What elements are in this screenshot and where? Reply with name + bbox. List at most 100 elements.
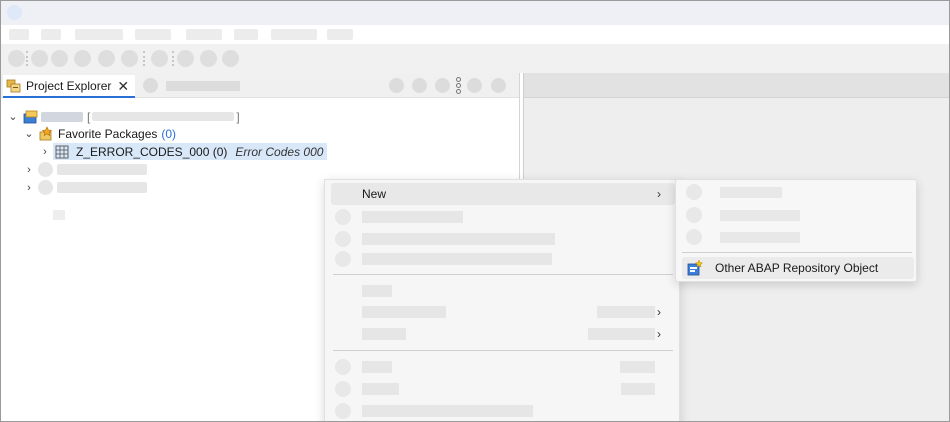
project-name-blurred	[41, 111, 83, 122]
menu-label-blurred	[362, 253, 552, 265]
minimize-button[interactable]	[467, 78, 482, 93]
tab-project-explorer[interactable]: Project Explorer ✕	[3, 75, 135, 98]
tree-row-project[interactable]: ⌄ [ ]	[7, 108, 240, 125]
menu-item-new-label: New	[362, 187, 387, 201]
menu-item-blurred[interactable]	[186, 29, 222, 40]
chevron-down-icon[interactable]: ⌄	[7, 110, 19, 123]
toolbar-button[interactable]	[222, 50, 239, 67]
menu-separator	[682, 252, 912, 253]
tree-row-blurred[interactable]: ›	[23, 179, 147, 196]
menu-item-blurred[interactable]	[271, 29, 317, 40]
chevron-right-icon: ›	[657, 187, 661, 201]
toolbar-button[interactable]	[8, 50, 25, 67]
tab-label: Project Explorer	[26, 78, 112, 93]
toolbar-separator	[172, 51, 174, 66]
editor-header	[524, 73, 949, 98]
toolbar-separator	[143, 51, 145, 66]
menu-item-blurred[interactable]	[331, 248, 675, 270]
toolbar-button[interactable]	[121, 50, 138, 67]
menu-item-blurred[interactable]	[331, 280, 675, 302]
toolbar-button[interactable]	[98, 50, 115, 67]
menu-item-blurred[interactable]	[331, 356, 675, 378]
node-label-blurred	[57, 164, 147, 175]
bracket-open: [	[87, 109, 91, 124]
tree-row-blurred[interactable]: ›	[23, 161, 147, 178]
toolbar-button[interactable]	[200, 50, 217, 67]
view-toolbar-button[interactable]	[435, 78, 450, 93]
submenu-item-blurred[interactable]	[682, 181, 914, 203]
favorite-packages-icon	[38, 125, 54, 142]
project-explorer-icon	[6, 78, 21, 93]
node-label-blurred	[57, 182, 147, 193]
tab-icon-blurred[interactable]	[143, 78, 158, 93]
menu-icon-blurred	[686, 184, 702, 200]
toolbar-separator	[26, 51, 28, 66]
menu-label-blurred	[362, 233, 555, 245]
menu-item-blurred[interactable]: ›	[331, 323, 675, 345]
menu-shortcut-blurred	[621, 383, 655, 395]
view-toolbar-button[interactable]	[389, 78, 404, 93]
menu-separator	[333, 350, 673, 351]
chevron-right-icon: ›	[657, 327, 661, 341]
new-object-icon	[687, 259, 704, 276]
chevron-right-icon[interactable]: ›	[23, 182, 35, 194]
chevron-right-icon[interactable]: ›	[39, 146, 51, 158]
menu-icon-blurred	[686, 207, 702, 223]
package-name: Z_ERROR_CODES_000 (0)	[76, 144, 228, 159]
package-description: Error Codes 000	[235, 144, 324, 159]
menu-icon-blurred	[335, 359, 351, 375]
node-icon-blurred	[38, 162, 53, 177]
submenu-item-blurred[interactable]	[682, 204, 914, 226]
tab-label-blurred[interactable]	[166, 81, 240, 91]
menu-item-blurred[interactable]	[327, 29, 353, 40]
menu-item-blurred[interactable]	[75, 29, 123, 40]
menu-item-blurred[interactable]	[234, 29, 258, 40]
chevron-down-icon[interactable]: ⌄	[23, 127, 35, 140]
app-icon	[7, 5, 22, 20]
menu-label-blurred	[362, 211, 463, 223]
menu-label-blurred	[362, 383, 399, 395]
menu-label-blurred	[720, 210, 800, 221]
toolbar-button[interactable]	[51, 50, 68, 67]
selected-package-node[interactable]: Z_ERROR_CODES_000 (0) Error Codes 000	[53, 143, 328, 160]
toolbar-button[interactable]	[151, 50, 168, 67]
menu-shortcut-blurred	[597, 306, 655, 318]
close-icon[interactable]: ✕	[117, 79, 129, 93]
tree-row-favorite-packages[interactable]: ⌄ Favorite Packages (0)	[23, 125, 176, 142]
vertical-dots-icon[interactable]	[456, 77, 462, 94]
bracket-close: ]	[236, 109, 240, 124]
menu-label-blurred	[362, 361, 392, 373]
menu-item-other-abap-repository-object[interactable]: Other ABAP Repository Object	[682, 257, 914, 279]
menu-icon-blurred	[335, 209, 351, 225]
menu-icon-blurred	[686, 229, 702, 245]
menu-bar	[1, 25, 949, 44]
tree-row-package[interactable]: › Z_ERROR_CODES_000 (0) Error Codes 000	[39, 143, 328, 160]
favorite-packages-label: Favorite Packages	[58, 126, 158, 141]
menu-item-blurred[interactable]	[41, 29, 61, 40]
view-toolbar-button[interactable]	[412, 78, 427, 93]
menu-item-blurred[interactable]	[331, 206, 675, 228]
menu-icon-blurred	[335, 231, 351, 247]
menu-icon-blurred	[335, 251, 351, 267]
menu-item-blurred[interactable]	[331, 228, 675, 250]
menu-item-blurred[interactable]	[331, 378, 675, 400]
menu-item-blurred[interactable]	[331, 400, 675, 421]
menu-item-new[interactable]: New ›	[331, 183, 675, 205]
toolbar-button[interactable]	[74, 50, 91, 67]
package-icon	[55, 145, 69, 159]
menu-item-blurred[interactable]: ›	[331, 301, 675, 323]
blurred-fragment	[53, 210, 65, 220]
menu-item-blurred[interactable]	[135, 29, 171, 40]
menu-item-blurred[interactable]	[9, 29, 29, 40]
menu-label-blurred	[362, 405, 533, 417]
maximize-button[interactable]	[491, 78, 506, 93]
chevron-right-icon[interactable]: ›	[23, 164, 35, 176]
favorite-packages-count: (0)	[161, 126, 177, 141]
menu-label-blurred	[720, 187, 782, 198]
toolbar-button[interactable]	[31, 50, 48, 67]
menu-icon-blurred	[335, 403, 351, 419]
project-system-blurred	[92, 112, 235, 121]
toolbar-button[interactable]	[177, 50, 194, 67]
submenu-item-blurred[interactable]	[682, 226, 914, 248]
menu-separator	[333, 274, 673, 275]
